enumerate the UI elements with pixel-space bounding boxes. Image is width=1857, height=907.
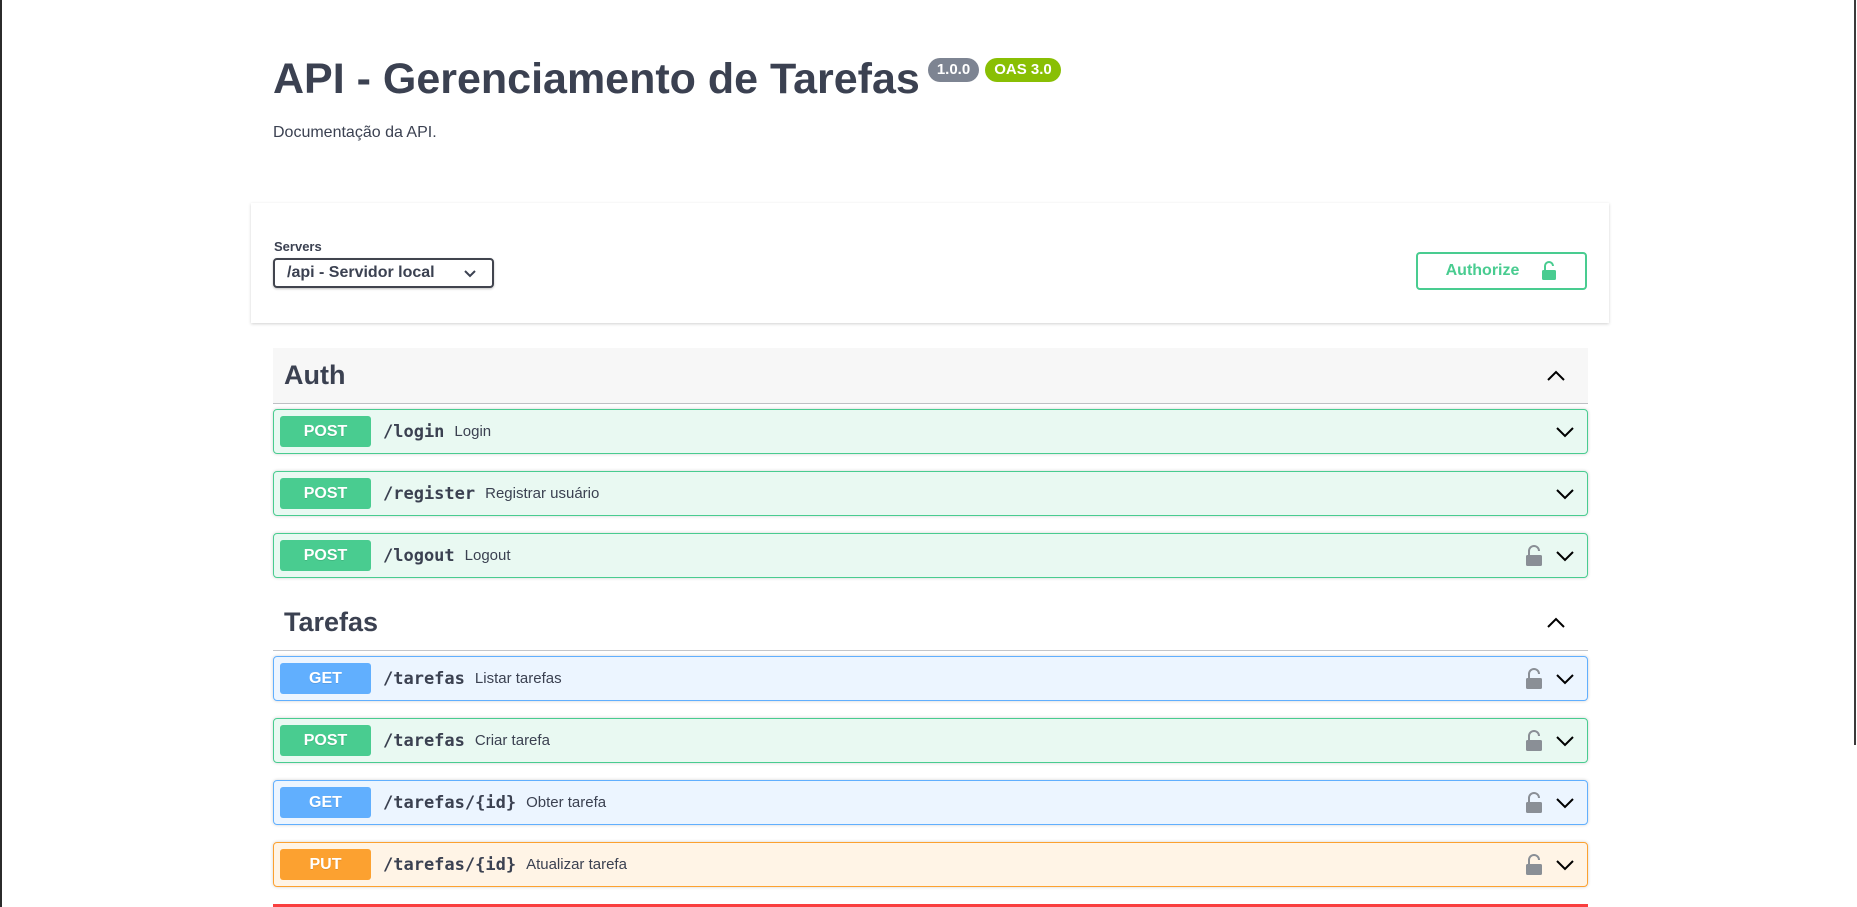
- version-badge: 1.0.0: [927, 58, 980, 82]
- chevron-down-icon[interactable]: [1553, 544, 1577, 568]
- operation-path: /tarefas: [383, 668, 465, 689]
- operation-post-logout[interactable]: POST /logout Logout: [273, 533, 1588, 578]
- window-left-border: [0, 0, 2, 907]
- tag-section-auth: Auth POST /login Login POST /register Re…: [273, 348, 1588, 578]
- chevron-down-icon[interactable]: [1553, 482, 1577, 506]
- unlock-icon: [1542, 261, 1557, 280]
- operation-put-tarefa-by-id[interactable]: PUT /tarefas/{id} Atualizar tarefa: [273, 842, 1588, 887]
- operation-path: /tarefas: [383, 730, 465, 751]
- tag-header-tarefas[interactable]: Tarefas: [273, 595, 1588, 651]
- operation-get-tarefa-by-id[interactable]: GET /tarefas/{id} Obter tarefa: [273, 780, 1588, 825]
- method-badge: GET: [280, 663, 371, 694]
- chevron-down-icon[interactable]: [1553, 791, 1577, 815]
- lock-icon[interactable]: [1525, 853, 1543, 876]
- title-row: API - Gerenciamento de Tarefas 1.0.0 OAS…: [273, 52, 1593, 106]
- lock-icon[interactable]: [1525, 791, 1543, 814]
- operation-summary: Logout: [464, 547, 511, 564]
- method-badge: POST: [280, 725, 371, 756]
- servers-selected-value: /api - Servidor local: [287, 264, 435, 281]
- chevron-up-icon[interactable]: [1543, 610, 1569, 636]
- servers-label: Servers: [274, 239, 322, 254]
- chevron-down-icon[interactable]: [1553, 667, 1577, 691]
- authorize-label: Authorize: [1445, 262, 1520, 279]
- chevron-up-icon[interactable]: [1543, 363, 1569, 389]
- method-badge: POST: [280, 540, 371, 571]
- tag-section-tarefas: Tarefas GET /tarefas Listar tarefas POST…: [273, 595, 1588, 887]
- scrollbar[interactable]: [1854, 0, 1856, 745]
- operation-post-tarefas[interactable]: POST /tarefas Criar tarefa: [273, 718, 1588, 763]
- scheme-container: Servers /api - Servidor local Authorize: [251, 203, 1609, 323]
- tag-header-auth[interactable]: Auth: [273, 348, 1588, 404]
- method-badge: POST: [280, 478, 371, 509]
- chevron-down-icon: [464, 270, 476, 278]
- operation-path: /register: [383, 483, 476, 504]
- operation-path: /login: [383, 421, 445, 442]
- page-title: API - Gerenciamento de Tarefas: [273, 55, 920, 103]
- oas-badge: OAS 3.0: [985, 58, 1061, 82]
- operation-post-login[interactable]: POST /login Login: [273, 409, 1588, 454]
- operation-summary: Criar tarefa: [474, 732, 550, 749]
- operation-summary: Obter tarefa: [526, 794, 607, 811]
- tag-name: Tarefas: [284, 607, 379, 637]
- operation-get-tarefas[interactable]: GET /tarefas Listar tarefas: [273, 656, 1588, 701]
- method-badge: PUT: [280, 849, 371, 880]
- operation-path: /tarefas/{id}: [383, 854, 517, 875]
- chevron-down-icon[interactable]: [1553, 729, 1577, 753]
- chevron-down-icon[interactable]: [1553, 420, 1577, 444]
- lock-icon[interactable]: [1525, 667, 1543, 690]
- tag-name: Auth: [284, 360, 346, 390]
- operation-summary: Registrar usuário: [485, 485, 600, 502]
- operation-summary: Login: [454, 423, 492, 440]
- lock-icon[interactable]: [1525, 729, 1543, 752]
- operation-path: /logout: [383, 545, 455, 566]
- method-badge: POST: [280, 416, 371, 447]
- api-info: API - Gerenciamento de Tarefas 1.0.0 OAS…: [273, 52, 1593, 142]
- method-badge: GET: [280, 787, 371, 818]
- chevron-down-icon[interactable]: [1553, 853, 1577, 877]
- api-description: Documentação da API.: [273, 124, 437, 141]
- operation-path: /tarefas/{id}: [383, 792, 517, 813]
- lock-icon[interactable]: [1525, 544, 1543, 567]
- authorize-button[interactable]: Authorize: [1416, 252, 1587, 290]
- operation-summary: Listar tarefas: [474, 670, 562, 687]
- servers-select[interactable]: /api - Servidor local: [273, 258, 494, 288]
- operation-summary: Atualizar tarefa: [526, 856, 627, 873]
- operation-post-register[interactable]: POST /register Registrar usuário: [273, 471, 1588, 516]
